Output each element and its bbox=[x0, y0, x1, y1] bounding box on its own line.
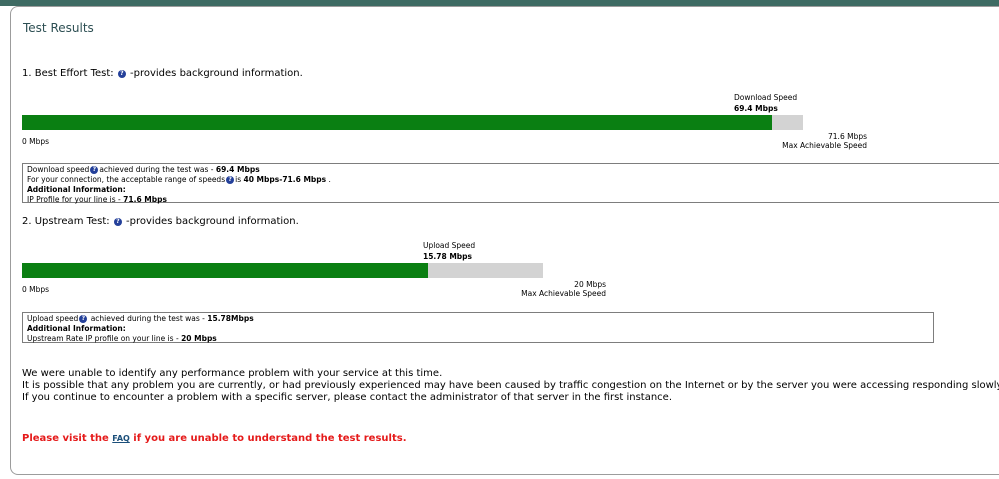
message-line: If you continue to encounter a problem w… bbox=[22, 392, 672, 403]
download-speed-label: Download Speed bbox=[734, 93, 798, 102]
download-speed-bar bbox=[22, 115, 803, 130]
upstream-heading: 2. Upstream Test: ? -provides background… bbox=[22, 216, 299, 227]
upload-ip-profile-line: Upstream Rate IP profile on your line is… bbox=[27, 334, 217, 343]
best-effort-heading: 1. Best Effort Test: ? -provides backgro… bbox=[22, 68, 303, 79]
upload-speed-bar-fill bbox=[22, 263, 428, 278]
upload-min-label: 0 Mbps bbox=[22, 285, 50, 294]
download-min-label: 0 Mbps bbox=[22, 137, 50, 146]
download-speed-value: 69.4 Mbps bbox=[734, 104, 778, 113]
download-ip-profile-line: IP Profile for your line is - 71.6 Mbps bbox=[27, 195, 167, 204]
faq-notice: Please visit the FAQ if you are unable t… bbox=[22, 433, 407, 444]
upload-additional-label: Additional Information: bbox=[27, 324, 126, 333]
question-mark-icon[interactable]: ? bbox=[226, 176, 235, 184]
message-line: We were unable to identify any performan… bbox=[22, 368, 443, 379]
faq-link[interactable]: FAQ bbox=[112, 434, 130, 443]
question-mark-icon[interactable]: ? bbox=[90, 166, 99, 174]
download-info-box: Download speed? achieved during the test … bbox=[22, 163, 999, 204]
upload-speed-label: Upload Speed bbox=[423, 241, 476, 250]
upload-info-line: Upload speed? achieved during the test w… bbox=[27, 314, 254, 323]
download-speed-bar-fill bbox=[22, 115, 773, 130]
upload-max-value: 20 Mbps bbox=[574, 280, 606, 289]
question-mark-icon[interactable]: ? bbox=[113, 218, 122, 226]
download-max-label: Max Achievable Speed bbox=[782, 141, 867, 150]
upload-speed-value: 15.78 Mbps bbox=[423, 252, 472, 261]
upload-speed-bar bbox=[22, 263, 543, 278]
question-mark-icon[interactable]: ? bbox=[79, 315, 88, 323]
question-mark-icon[interactable]: ? bbox=[117, 70, 126, 78]
page-title: Test Results bbox=[23, 21, 94, 35]
message-line: It is possible that any problem you are … bbox=[22, 380, 999, 391]
download-additional-label: Additional Information: bbox=[27, 185, 126, 194]
upload-max-label: Max Achievable Speed bbox=[521, 289, 606, 298]
download-max-value: 71.6 Mbps bbox=[828, 132, 867, 141]
download-range-line: For your connection, the acceptable rang… bbox=[27, 175, 331, 184]
upload-info-box: Upload speed? achieved during the test w… bbox=[22, 312, 934, 343]
download-info-line: Download speed? achieved during the test … bbox=[27, 165, 260, 174]
